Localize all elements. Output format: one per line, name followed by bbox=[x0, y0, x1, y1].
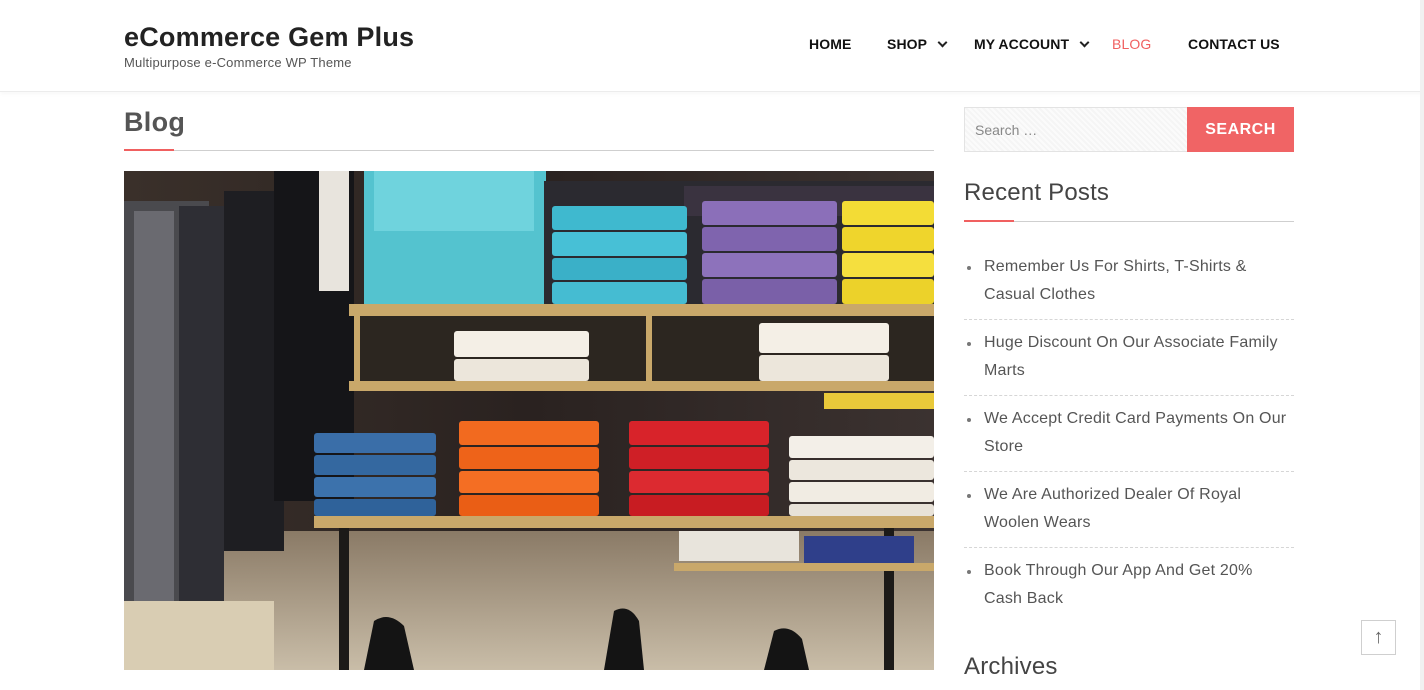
archives-heading: Archives bbox=[964, 652, 1294, 690]
nav-item-label: MY ACCOUNT bbox=[974, 36, 1070, 52]
recent-post-link[interactable]: Book Through Our App And Get 20% Cash Ba… bbox=[984, 562, 1253, 607]
list-item: We Accept Credit Card Payments On Our St… bbox=[964, 396, 1294, 472]
nav-item-blog[interactable]: BLOG bbox=[1112, 36, 1151, 52]
arrow-up-icon: ↑ bbox=[1373, 626, 1384, 648]
chevron-down-icon[interactable] bbox=[1079, 37, 1090, 48]
nav-item-label: BLOG bbox=[1112, 36, 1152, 52]
site-title[interactable]: eCommerce Gem Plus bbox=[124, 20, 414, 54]
chevron-down-icon[interactable] bbox=[937, 37, 948, 48]
heading-accent-line bbox=[124, 149, 174, 151]
list-item: We Are Authorized Dealer Of Royal Woolen… bbox=[964, 472, 1294, 548]
list-item: Huge Discount On Our Associate Family Ma… bbox=[964, 320, 1294, 396]
scroll-to-top-button[interactable]: ↑ bbox=[1361, 620, 1396, 655]
nav-item-label: HOME bbox=[809, 36, 852, 52]
site-branding: eCommerce Gem Plus Multipurpose e-Commer… bbox=[124, 20, 414, 71]
recent-post-link[interactable]: Remember Us For Shirts, T-Shirts & Casua… bbox=[984, 258, 1247, 303]
page-title: Blog bbox=[124, 107, 186, 137]
clothing-store-illustration bbox=[124, 171, 934, 670]
search-form: SEARCH bbox=[964, 107, 1294, 152]
scrollbar[interactable] bbox=[1420, 0, 1424, 690]
nav-item-my-account[interactable]: MY ACCOUNT bbox=[974, 36, 1090, 52]
recent-post-link[interactable]: Huge Discount On Our Associate Family Ma… bbox=[984, 334, 1278, 379]
heading-accent-line bbox=[964, 220, 1014, 222]
search-button[interactable]: SEARCH bbox=[1187, 107, 1294, 152]
featured-image[interactable] bbox=[124, 171, 934, 670]
nav-item-contact-us[interactable]: CONTACT US bbox=[1188, 36, 1280, 52]
recent-post-link[interactable]: We Accept Credit Card Payments On Our St… bbox=[984, 410, 1286, 455]
recent-post-link[interactable]: We Are Authorized Dealer Of Royal Woolen… bbox=[984, 486, 1241, 531]
list-item: Remember Us For Shirts, T-Shirts & Casua… bbox=[964, 244, 1294, 320]
page-heading: Blog bbox=[124, 105, 934, 151]
list-item: Book Through Our App And Get 20% Cash Ba… bbox=[964, 548, 1294, 623]
recent-posts-list: Remember Us For Shirts, T-Shirts & Casua… bbox=[964, 244, 1294, 623]
widget-title: Archives bbox=[964, 653, 1058, 680]
search-input[interactable] bbox=[964, 107, 1187, 152]
site-tagline: Multipurpose e-Commerce WP Theme bbox=[124, 55, 352, 70]
nav-item-home[interactable]: HOME bbox=[809, 36, 851, 52]
nav-item-label: CONTACT US bbox=[1188, 36, 1280, 52]
nav-item-shop[interactable]: SHOP bbox=[887, 36, 948, 52]
recent-posts-heading: Recent Posts bbox=[964, 178, 1294, 222]
site-header: eCommerce Gem Plus Multipurpose e-Commer… bbox=[0, 0, 1424, 92]
nav-item-label: SHOP bbox=[887, 36, 928, 52]
widget-title: Recent Posts bbox=[964, 179, 1110, 206]
